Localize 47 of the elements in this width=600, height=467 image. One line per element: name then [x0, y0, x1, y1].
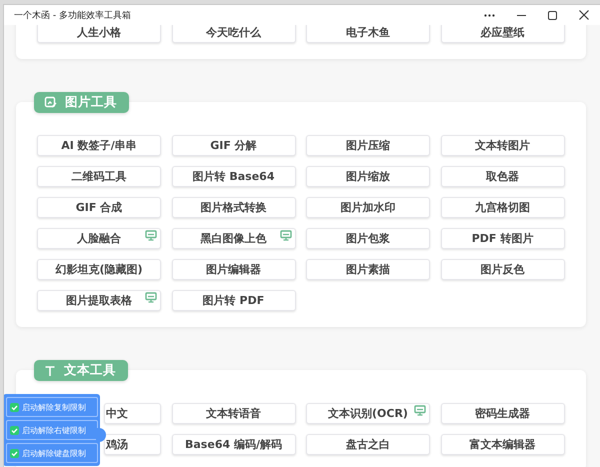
- tool-button[interactable]: 中文: [104, 403, 161, 424]
- close-icon[interactable]: [579, 10, 589, 20]
- tool-button[interactable]: 人脸融合: [37, 228, 161, 249]
- tool-button[interactable]: 鸡汤: [104, 434, 161, 455]
- checkbox[interactable]: [10, 426, 19, 434]
- tool-button[interactable]: 文本识别(OCR): [306, 403, 430, 424]
- tool-button[interactable]: 盘古之白: [306, 434, 430, 455]
- tool-button[interactable]: 电子木鱼: [306, 25, 430, 43]
- tool-button[interactable]: Base64 编码/解码: [172, 434, 296, 455]
- tool-button[interactable]: 必应壁纸: [440, 25, 564, 43]
- tool-button[interactable]: 密码生成器: [440, 403, 564, 424]
- tool-button[interactable]: PDF 转图片: [440, 228, 564, 249]
- tool-button[interactable]: 图片压缩: [306, 135, 430, 156]
- image-edit-icon: [44, 96, 57, 109]
- tool-button[interactable]: 九宫格切图: [440, 197, 564, 218]
- tool-button[interactable]: 图片转 PDF: [172, 290, 296, 311]
- tool-button[interactable]: 图片反色: [440, 259, 564, 280]
- tool-button[interactable]: 富文本编辑器: [440, 434, 564, 455]
- maximize-icon[interactable]: [548, 10, 557, 20]
- tool-button[interactable]: 幻影坦克(隐藏图): [37, 259, 161, 280]
- section-title: 文本工具: [64, 362, 116, 379]
- tool-button[interactable]: 图片编辑器: [172, 259, 296, 280]
- tool-button[interactable]: 人生小格: [37, 25, 161, 43]
- tool-button[interactable]: 图片包浆: [306, 228, 430, 249]
- checkbox[interactable]: [10, 448, 19, 458]
- tool-button[interactable]: AI 数签子/串串: [37, 135, 161, 156]
- section-title: 图片工具: [65, 94, 117, 111]
- tool-button[interactable]: 图片转 Base64: [172, 166, 296, 187]
- tool-button[interactable]: 二维码工具: [37, 166, 161, 187]
- tool-button[interactable]: 图片缩放: [306, 166, 430, 187]
- tool-button[interactable]: 图片提取表格: [37, 290, 161, 311]
- tool-button[interactable]: 取色器: [440, 166, 564, 187]
- tool-button[interactable]: GIF 分解: [172, 135, 296, 156]
- more-icon[interactable]: [484, 14, 495, 16]
- tool-button[interactable]: 今天吃什么: [172, 25, 296, 43]
- tool-button[interactable]: 图片加水印: [306, 197, 430, 218]
- tool-button[interactable]: GIF 合成: [37, 197, 161, 218]
- tool-button[interactable]: 文本转语音: [172, 403, 296, 424]
- tool-button[interactable]: 图片素描: [306, 259, 430, 280]
- tool-button[interactable]: 文本转图片: [440, 135, 564, 156]
- window-title: 一个木函 - 多功能效率工具箱: [14, 10, 132, 22]
- minimize-icon[interactable]: [517, 14, 526, 16]
- tool-button[interactable]: 黑白图像上色: [172, 228, 296, 249]
- text-icon: [44, 364, 56, 376]
- panel-handle[interactable]: [96, 428, 106, 442]
- tool-button[interactable]: 图片格式转换: [172, 197, 296, 218]
- checkbox[interactable]: [10, 402, 19, 412]
